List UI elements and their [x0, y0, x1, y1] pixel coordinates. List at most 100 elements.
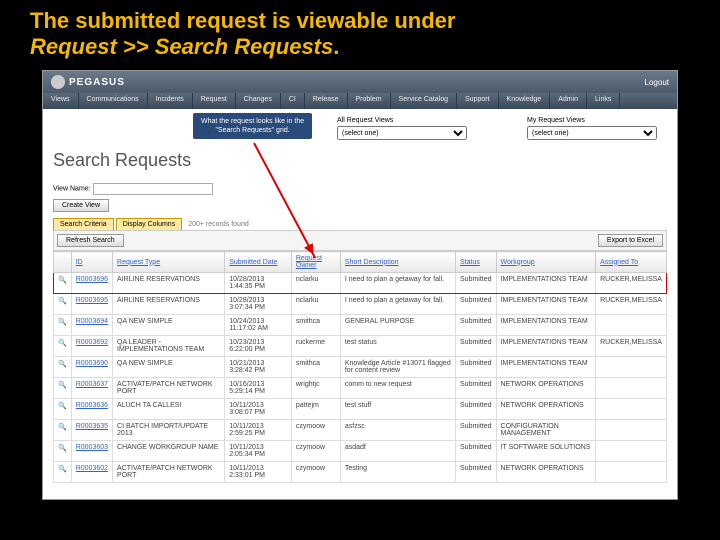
cell-id[interactable]: R0003603 [71, 441, 112, 462]
magnify-icon[interactable]: 🔍 [54, 336, 72, 357]
menu-problem[interactable]: Problem [348, 93, 391, 109]
cell-workgroup: IMPLEMENTATIONS TEAM [496, 315, 596, 336]
cell-assigned: RUCKER,MELISSA [596, 273, 667, 294]
menu-communications[interactable]: Communications [79, 93, 148, 109]
cell-date: 10/16/2013 5:29:14 PM [225, 378, 292, 399]
refresh-search-button[interactable]: Refresh Search [57, 234, 124, 247]
menu-release[interactable]: Release [305, 93, 348, 109]
cell-desc: I need to plan a getaway for fall. [340, 273, 455, 294]
cell-id[interactable]: R0003602 [71, 462, 112, 483]
cell-id[interactable]: R0003692 [71, 336, 112, 357]
cell-date: 10/28/2013 1:44:35 PM [225, 273, 292, 294]
tab-display-columns[interactable]: Display Columns [116, 218, 183, 230]
cell-id[interactable]: R0003690 [71, 357, 112, 378]
view-name-input[interactable] [93, 183, 213, 195]
callout-tooltip: What the request looks like in the "Sear… [193, 113, 312, 139]
magnify-icon[interactable]: 🔍 [54, 357, 72, 378]
all-views-select[interactable]: (select one) [337, 126, 467, 140]
table-row: 🔍R0003635CI BATCH IMPORT/UPDATE 201310/1… [54, 420, 667, 441]
cell-owner: czymoow [291, 420, 340, 441]
cell-status: Submitted [456, 273, 497, 294]
cell-id[interactable]: R0003694 [71, 315, 112, 336]
menu-service-catalog[interactable]: Service Catalog [391, 93, 457, 109]
view-name-row: View Name: [53, 183, 667, 195]
cell-date: 10/21/2013 3:28:42 PM [225, 357, 292, 378]
magnify-icon[interactable]: 🔍 [54, 315, 72, 336]
col-type[interactable]: Request Type [113, 252, 225, 273]
cell-desc: comm to new request [340, 378, 455, 399]
cell-workgroup: IMPLEMENTATIONS TEAM [496, 357, 596, 378]
magnify-icon[interactable]: 🔍 [54, 441, 72, 462]
cell-owner: ruckerme [291, 336, 340, 357]
cell-desc: test status [340, 336, 455, 357]
table-row: 🔍R0003694QA NEW SIMPLE10/24/2013 11:17:0… [54, 315, 667, 336]
col-desc[interactable]: Short Description [340, 252, 455, 273]
cell-workgroup: IT SOFTWARE SOLUTIONS [496, 441, 596, 462]
magnify-icon[interactable]: 🔍 [54, 399, 72, 420]
app-topbar: PEGASUS Logout [43, 71, 677, 93]
cell-id[interactable]: R0003696 [71, 273, 112, 294]
col-id[interactable]: ID [71, 252, 112, 273]
cell-desc: GENERAL PURPOSE [340, 315, 455, 336]
cell-date: 10/11/2013 2:59:25 PM [225, 420, 292, 441]
export-excel-button[interactable]: Export to Excel [598, 234, 663, 247]
cell-type: ACTIVATE/PATCH NETWORK PORT [113, 462, 225, 483]
magnify-icon[interactable]: 🔍 [54, 273, 72, 294]
tab-search-criteria[interactable]: Search Criteria [53, 218, 114, 230]
views-area: All Request Views (select one) My Reques… [337, 117, 657, 140]
magnify-icon[interactable]: 🔍 [54, 378, 72, 399]
cell-owner: czymoow [291, 441, 340, 462]
menubar: Views Communications Incidents Request C… [43, 93, 677, 109]
create-view-button[interactable]: Create View [53, 199, 109, 212]
cell-id[interactable]: R0003636 [71, 399, 112, 420]
cell-workgroup: CONFIGURATION MANAGEMENT [496, 420, 596, 441]
cell-owner: czymoow [291, 462, 340, 483]
cell-desc: test stuff [340, 399, 455, 420]
col-status[interactable]: Status [456, 252, 497, 273]
menu-views[interactable]: Views [43, 93, 79, 109]
table-row: 🔍R0003690QA NEW SIMPLE10/21/2013 3:28:42… [54, 357, 667, 378]
menu-changes[interactable]: Changes [236, 93, 281, 109]
cell-desc: asfzsc [340, 420, 455, 441]
cell-owner: smithca [291, 357, 340, 378]
cell-assigned [596, 462, 667, 483]
my-views-select[interactable]: (select one) [527, 126, 657, 140]
cell-date: 10/24/2013 11:17:02 AM [225, 315, 292, 336]
cell-id[interactable]: R0003637 [71, 378, 112, 399]
col-assigned[interactable]: Assigned To [596, 252, 667, 273]
cell-type: CI BATCH IMPORT/UPDATE 2013 [113, 420, 225, 441]
cell-date: 10/28/2013 3:07:34 PM [225, 294, 292, 315]
tabs-row: Search Criteria Display Columns 200+ rec… [53, 218, 667, 230]
heading-period: . [333, 34, 339, 59]
cell-assigned: RUCKER,MELISSA [596, 294, 667, 315]
menu-incidents[interactable]: Incidents [148, 93, 193, 109]
col-mag [54, 252, 72, 273]
cell-assigned [596, 420, 667, 441]
magnify-icon[interactable]: 🔍 [54, 462, 72, 483]
cell-id[interactable]: R0003635 [71, 420, 112, 441]
col-workgroup[interactable]: Workgroup [496, 252, 596, 273]
logout-link[interactable]: Logout [645, 78, 669, 87]
menu-links[interactable]: Links [587, 93, 620, 109]
my-views-label: My Request Views [527, 117, 657, 124]
table-row: 🔍R0003636ALUCH TA CALLESI10/11/2013 3:08… [54, 399, 667, 420]
cell-status: Submitted [456, 315, 497, 336]
cell-assigned [596, 315, 667, 336]
menu-support[interactable]: Support [457, 93, 499, 109]
cell-owner: nclarku [291, 294, 340, 315]
menu-ci[interactable]: CI [281, 93, 305, 109]
cell-desc: asdadf [340, 441, 455, 462]
magnify-icon[interactable]: 🔍 [54, 294, 72, 315]
menu-admin[interactable]: Admin [550, 93, 587, 109]
heading-line2: Request >> Search Requests [30, 34, 333, 59]
cell-id[interactable]: R0003695 [71, 294, 112, 315]
menu-knowledge[interactable]: Knowledge [499, 93, 551, 109]
magnify-icon[interactable]: 🔍 [54, 420, 72, 441]
col-date[interactable]: Submitted Date [225, 252, 292, 273]
cell-type: AIRLINE RESERVATIONS [113, 273, 225, 294]
menu-request[interactable]: Request [193, 93, 236, 109]
cell-assigned [596, 441, 667, 462]
table-header-row: ID Request Type Submitted Date Request O… [54, 252, 667, 273]
cell-workgroup: IMPLEMENTATIONS TEAM [496, 273, 596, 294]
cell-type: CHANGE WORKGROUP NAME [113, 441, 225, 462]
